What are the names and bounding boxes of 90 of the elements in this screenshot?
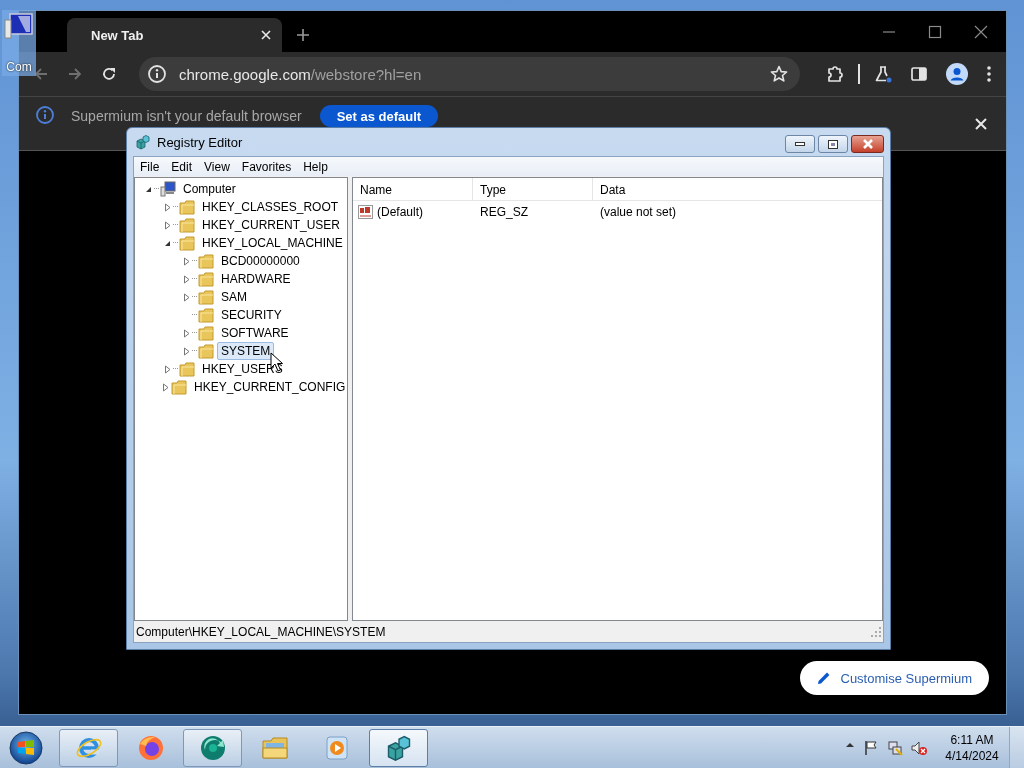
folder-icon [198, 325, 214, 341]
restore-button[interactable] [818, 135, 848, 153]
folder-icon [179, 235, 195, 251]
menu-item[interactable]: Edit [165, 159, 199, 174]
side-panel-icon[interactable] [910, 65, 928, 83]
clock-date: 4/14/2024 [945, 747, 999, 764]
expand-triangle-icon[interactable] [162, 220, 172, 230]
resize-grip-icon[interactable] [871, 626, 881, 637]
folder-icon [198, 343, 214, 359]
pencil-icon [816, 671, 831, 685]
expand-triangle-icon[interactable] [162, 364, 172, 374]
flag-icon[interactable] [863, 739, 879, 756]
maximize-icon[interactable] [928, 24, 942, 39]
infobar-message: Supermium isn't your default browser [71, 108, 302, 124]
cubes-icon [135, 134, 151, 150]
expand-triangle-icon[interactable] [181, 292, 191, 302]
window-title: Registry Editor [157, 134, 243, 150]
star-icon[interactable] [770, 65, 788, 83]
tree-item[interactable]: HKEY_USERS [198, 360, 287, 378]
url-path-text: /webstore?hl=en [310, 65, 422, 83]
taskbar-button[interactable] [59, 728, 118, 767]
column-header[interactable]: Type [473, 178, 593, 200]
string-value-icon [358, 204, 374, 220]
back-arrow-icon[interactable] [33, 66, 49, 82]
clock[interactable]: 6:11 AM 4/14/2024 [941, 731, 1003, 764]
folder-icon [198, 289, 214, 305]
tree-item[interactable]: SAM [217, 288, 251, 306]
folder-icon [179, 199, 195, 215]
browser-tab[interactable]: New Tab [67, 18, 282, 52]
expand-triangle-icon[interactable] [181, 328, 191, 338]
tree-item[interactable]: SYSTEM [217, 342, 275, 360]
expand-triangle-icon[interactable] [161, 382, 170, 392]
fox-globe-icon [136, 733, 165, 762]
restore-icon [828, 139, 838, 149]
status-bar-text: Computer\HKEY_LOCAL_MACHINE\SYSTEM [136, 624, 386, 639]
expand-triangle-icon[interactable] [162, 202, 172, 212]
tree-item[interactable]: SECURITY [217, 306, 286, 324]
url-host-text: chrome.google.com [179, 65, 311, 83]
minimize-icon [795, 141, 805, 147]
column-header[interactable]: Name [353, 178, 473, 200]
folder-icon [198, 271, 214, 287]
info-icon[interactable] [147, 64, 167, 84]
clock-time: 6:11 AM [950, 731, 994, 748]
info-icon [35, 105, 55, 125]
table-cell-text: REG_SZ [479, 205, 529, 219]
set-default-button[interactable]: Set as default [319, 105, 439, 127]
folder-icon [179, 361, 195, 377]
table-cell-text: (value not set) [599, 205, 678, 219]
menu-item[interactable]: Favorites [235, 159, 298, 174]
windows-logo-icon [9, 730, 43, 765]
folder-icon [198, 253, 214, 269]
close-icon [861, 139, 874, 149]
tree-item[interactable]: HARDWARE [217, 270, 295, 288]
monitor-icon [4, 12, 34, 42]
forward-arrow-icon[interactable] [67, 66, 83, 82]
close-icon[interactable] [974, 24, 988, 39]
minimize-button[interactable] [785, 135, 815, 153]
reload-icon[interactable] [101, 66, 117, 82]
menu-item[interactable]: View [198, 159, 236, 174]
puzzle-piece-icon[interactable] [826, 65, 844, 83]
tree-item[interactable]: HKEY_LOCAL_MACHINE [198, 234, 347, 252]
profile-avatar-icon[interactable] [946, 63, 968, 85]
menu-item[interactable]: Help [297, 159, 334, 174]
folder-icon [171, 379, 187, 395]
menu-item[interactable]: File [134, 159, 166, 174]
tree-item[interactable]: Computer [179, 180, 240, 198]
tree-item[interactable]: HKEY_CLASSES_ROOT [198, 198, 343, 216]
column-header[interactable]: Data [593, 178, 882, 200]
customise-button[interactable]: Customise Supermium [799, 661, 989, 695]
table-cell: (Default) [377, 205, 423, 219]
taskbar-button[interactable] [183, 728, 242, 767]
expand-triangle-icon[interactable] [181, 256, 191, 266]
folder-icon [198, 307, 214, 323]
network-icon[interactable] [887, 739, 903, 756]
tree-item[interactable]: HKEY_CURRENT_USER [198, 216, 345, 234]
more-menu-icon[interactable] [986, 65, 992, 83]
close-button[interactable] [851, 135, 884, 153]
speaker-muted-icon[interactable] [911, 739, 927, 756]
folder-icon [179, 217, 195, 233]
tree-item[interactable]: HKEY_CURRENT_CONFIG [190, 378, 347, 396]
computer-icon [160, 181, 176, 197]
address-bar[interactable]: chrome.google.com/webstore?hl=en [139, 57, 800, 91]
flask-icon[interactable] [874, 65, 892, 83]
taskbar-button[interactable] [369, 728, 428, 767]
new-tab-icon[interactable] [296, 28, 310, 42]
expand-triangle-icon[interactable] [181, 346, 191, 356]
expand-triangle-icon[interactable] [181, 274, 191, 284]
swirl-icon [198, 733, 227, 762]
tree-item[interactable]: SOFTWARE [217, 324, 293, 342]
tree-item[interactable]: BCD00000000 [217, 252, 304, 270]
